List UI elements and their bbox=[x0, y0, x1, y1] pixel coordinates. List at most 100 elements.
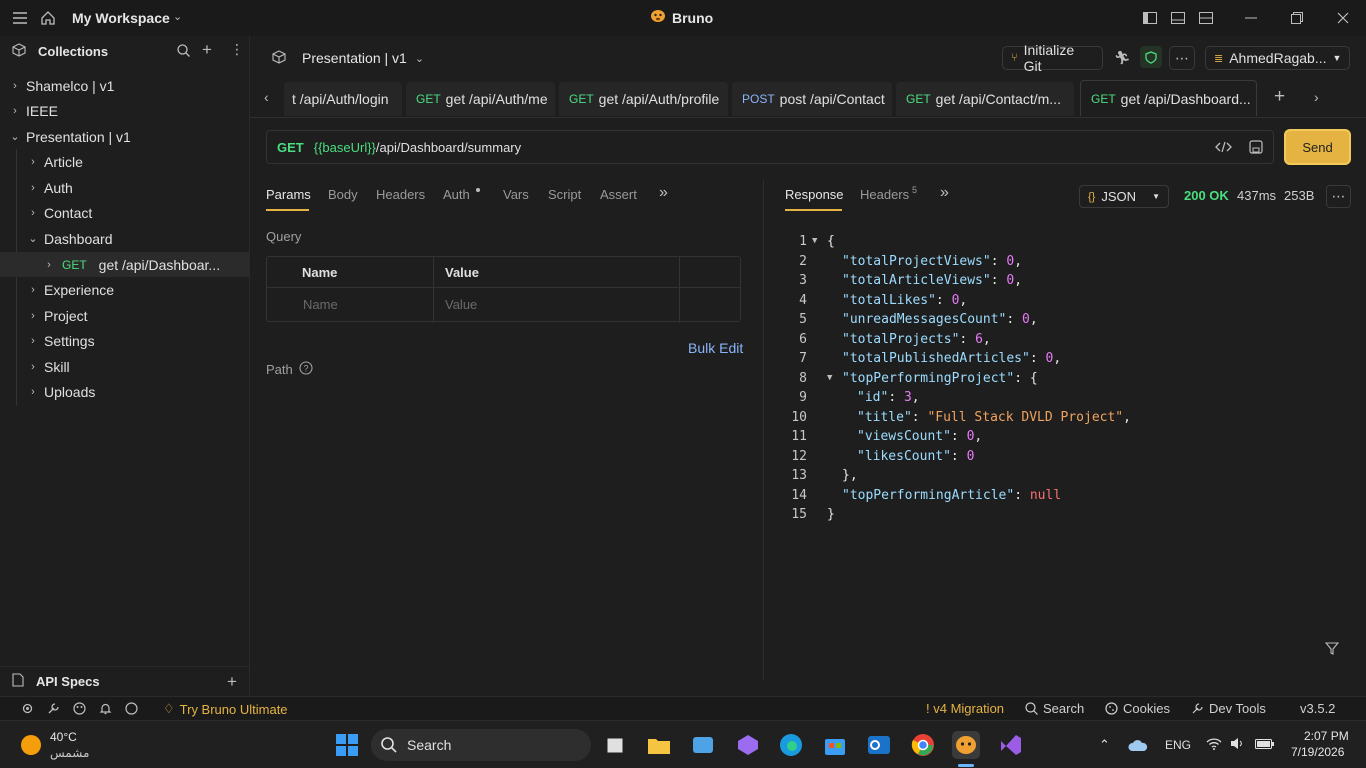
chevron-right-icon[interactable]: › bbox=[8, 105, 22, 117]
cookies-button[interactable]: Cookies bbox=[1105, 701, 1170, 716]
send-button[interactable]: Send bbox=[1284, 129, 1351, 165]
tree-folder-contact[interactable]: › Contact bbox=[0, 200, 249, 225]
code-generate-icon[interactable] bbox=[1215, 140, 1232, 157]
tree-folder-uploads[interactable]: › Uploads bbox=[0, 379, 249, 404]
new-tab-icon[interactable]: + bbox=[1274, 86, 1285, 108]
tree-folder-project[interactable]: › Project bbox=[0, 303, 249, 328]
tab-headers[interactable]: Headers bbox=[376, 187, 425, 202]
api-specs-section[interactable]: API Specs + bbox=[0, 666, 249, 696]
toggle-sidebar-icon[interactable] bbox=[1136, 0, 1164, 36]
status-search-button[interactable]: Search bbox=[1025, 701, 1084, 716]
tab-auth-login[interactable]: t /api/Auth/login bbox=[284, 82, 402, 116]
fold-caret-icon[interactable]: ▼ bbox=[812, 232, 817, 251]
collection-chevron-icon[interactable]: ⌄ bbox=[415, 52, 424, 65]
dev-tools-button[interactable]: Dev Tools bbox=[1191, 701, 1266, 716]
tree-folder-article[interactable]: › Article bbox=[0, 149, 249, 174]
filter-icon[interactable] bbox=[1324, 642, 1340, 658]
tab-response[interactable]: Response bbox=[785, 187, 844, 202]
chevron-down-icon[interactable]: ⌄ bbox=[8, 130, 22, 143]
tab-auth-me[interactable]: GET get /api/Auth/me bbox=[406, 82, 555, 116]
v4-migration-link[interactable]: ! v4 Migration bbox=[926, 701, 1004, 716]
microsoft-store-icon[interactable] bbox=[821, 731, 849, 759]
tab-auth[interactable]: Auth bbox=[443, 187, 470, 202]
add-collection-icon[interactable]: + bbox=[202, 41, 212, 58]
url-bar[interactable]: GET {{baseUrl}} /api/Dashboard/summary bbox=[266, 130, 1274, 164]
volume-icon[interactable] bbox=[1230, 737, 1246, 753]
bulk-edit-link[interactable]: Bulk Edit bbox=[688, 340, 743, 356]
photos-icon[interactable] bbox=[689, 731, 717, 759]
more-options-icon[interactable]: ⋮ bbox=[230, 41, 244, 58]
more-response-tabs-icon[interactable]: » bbox=[940, 184, 949, 202]
runner-icon[interactable]: 🏃︎ bbox=[1114, 50, 1131, 66]
chevron-down-icon[interactable]: ⌄ bbox=[26, 232, 40, 245]
user-select[interactable]: ≣ AhmedRagab... ▼ bbox=[1205, 46, 1350, 70]
collection-name[interactable]: Presentation | v1 bbox=[302, 50, 407, 66]
help-icon[interactable]: ? bbox=[299, 361, 313, 378]
m365-icon[interactable] bbox=[734, 731, 762, 759]
workspace-chevron-icon[interactable]: ⌄ bbox=[173, 10, 182, 23]
toggle-bottom-panel-icon[interactable] bbox=[1164, 0, 1192, 36]
more-actions-button[interactable]: ⋯ bbox=[1169, 46, 1195, 70]
wifi-icon[interactable] bbox=[1206, 737, 1222, 753]
tree-folder-auth[interactable]: › Auth bbox=[0, 175, 249, 200]
taskbar-search-box[interactable]: Search bbox=[371, 729, 591, 761]
github-icon[interactable] bbox=[125, 702, 138, 715]
chevron-right-icon[interactable]: › bbox=[26, 207, 40, 219]
battery-icon[interactable] bbox=[1255, 737, 1275, 753]
fold-caret-icon[interactable]: ▼ bbox=[827, 369, 832, 388]
search-icon[interactable] bbox=[177, 44, 190, 60]
chevron-right-icon[interactable]: › bbox=[26, 284, 40, 296]
shield-check-icon[interactable] bbox=[1140, 46, 1162, 68]
save-icon[interactable] bbox=[1249, 140, 1263, 157]
pane-divider[interactable] bbox=[763, 180, 764, 680]
tab-params[interactable]: Params bbox=[266, 187, 311, 202]
chevron-right-icon[interactable]: › bbox=[8, 80, 22, 92]
tab-script[interactable]: Script bbox=[548, 187, 581, 202]
show-hidden-icons-icon[interactable]: ⌃ bbox=[1099, 737, 1110, 753]
palette-icon[interactable] bbox=[73, 702, 86, 715]
restore-icon[interactable] bbox=[1283, 0, 1311, 36]
home-icon[interactable] bbox=[40, 10, 56, 26]
wrench-icon[interactable] bbox=[47, 702, 60, 715]
tree-folder-settings[interactable]: › Settings bbox=[0, 328, 249, 353]
tab-vars[interactable]: Vars bbox=[503, 187, 529, 202]
chrome-icon[interactable] bbox=[909, 731, 937, 759]
tabs-scroll-right-icon[interactable]: › bbox=[1314, 89, 1319, 105]
bell-icon[interactable] bbox=[99, 702, 112, 715]
chevron-right-icon[interactable]: › bbox=[26, 361, 40, 373]
tree-folder-skill[interactable]: › Skill bbox=[0, 354, 249, 379]
tab-post-contact[interactable]: POST post /api/Contact bbox=[732, 82, 892, 116]
task-view-icon[interactable] bbox=[603, 731, 631, 759]
file-explorer-icon[interactable] bbox=[645, 731, 673, 759]
minimize-icon[interactable] bbox=[1237, 0, 1265, 36]
tab-response-headers[interactable]: Headers bbox=[860, 187, 909, 202]
start-windows-icon[interactable] bbox=[333, 731, 361, 759]
tab-auth-profile[interactable]: GET get /api/Auth/profile bbox=[559, 82, 728, 116]
chevron-right-icon[interactable]: › bbox=[42, 259, 56, 271]
tree-folder-dashboard[interactable]: ⌄ Dashboard bbox=[0, 226, 249, 251]
edge-browser-icon[interactable] bbox=[777, 731, 805, 759]
response-format-select[interactable]: {} JSON ▼ bbox=[1079, 185, 1169, 208]
chevron-right-icon[interactable]: › bbox=[26, 156, 40, 168]
tree-item-ieee[interactable]: › IEEE bbox=[0, 98, 249, 123]
request-method-select[interactable]: GET bbox=[277, 140, 304, 155]
chevron-right-icon[interactable]: › bbox=[26, 182, 40, 194]
outlook-icon[interactable] bbox=[865, 731, 893, 759]
initialize-git-button[interactable]: ⑂ Initialize Git bbox=[1002, 42, 1103, 74]
more-tabs-icon[interactable]: » bbox=[659, 184, 668, 202]
workspace-name[interactable]: My Workspace bbox=[72, 10, 170, 26]
hamburger-menu-icon[interactable] bbox=[12, 10, 28, 26]
close-icon[interactable] bbox=[1329, 0, 1357, 36]
tabs-scroll-left-icon[interactable]: ‹ bbox=[264, 89, 269, 105]
chevron-right-icon[interactable]: › bbox=[26, 386, 40, 398]
layout-toggle-icon[interactable] bbox=[1192, 0, 1220, 36]
param-value-input[interactable]: Value bbox=[445, 297, 477, 312]
clock-time[interactable]: 2:07 PM bbox=[1304, 729, 1349, 743]
tree-request-dashboard-summary[interactable]: › GET get /api/Dashboar... bbox=[0, 252, 249, 277]
response-menu-button[interactable]: ⋯ bbox=[1326, 185, 1351, 208]
visual-studio-icon[interactable] bbox=[997, 731, 1025, 759]
chevron-right-icon[interactable]: › bbox=[26, 310, 40, 322]
tab-contact-m[interactable]: GET get /api/Contact/m... bbox=[896, 82, 1074, 116]
try-ultimate-link[interactable]: ♢ Try Bruno Ultimate bbox=[163, 701, 288, 717]
settings-icon[interactable] bbox=[21, 702, 34, 715]
